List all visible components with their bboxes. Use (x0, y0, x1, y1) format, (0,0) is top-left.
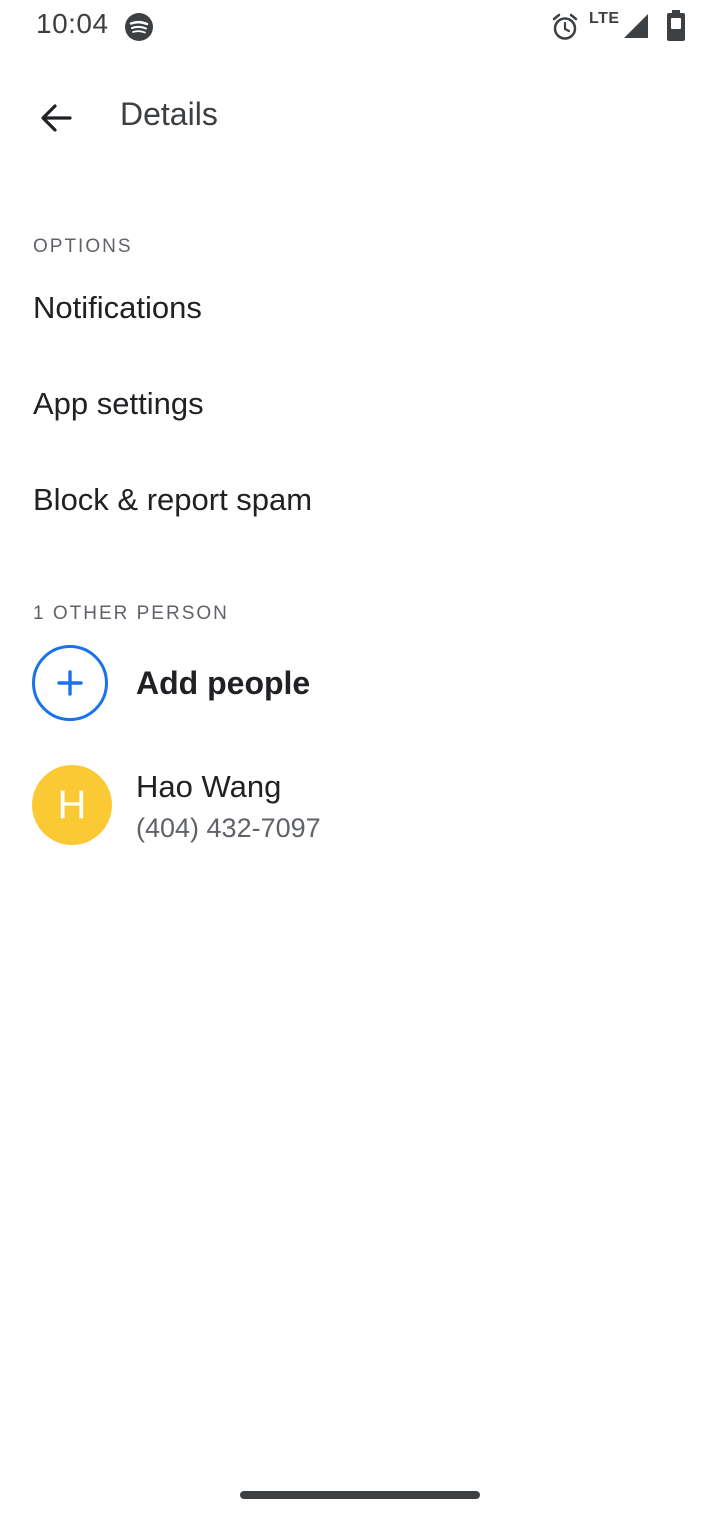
notifications-option[interactable]: Notifications (0, 262, 720, 358)
contact-row[interactable]: H Hao Wang (404) 432-7097 (0, 765, 720, 849)
add-people-label: Add people (136, 665, 311, 701)
app-settings-option[interactable]: App settings (0, 358, 720, 454)
avatar: H (32, 765, 112, 845)
option-label: Block & report spam (33, 482, 313, 517)
alarm-icon (550, 12, 580, 42)
contact-phone: (404) 432-7097 (136, 813, 321, 843)
add-people-button[interactable]: Add people (0, 645, 720, 725)
plus-icon (57, 670, 83, 696)
app-bar: Details (0, 70, 720, 166)
contact-name: Hao Wang (136, 769, 282, 804)
spotify-icon (124, 12, 154, 42)
battery-icon (666, 10, 686, 42)
option-label: Notifications (33, 290, 202, 325)
status-bar: 10:04 LTE (0, 0, 720, 54)
add-circle (32, 645, 108, 721)
home-indicator[interactable] (240, 1491, 480, 1499)
option-label: App settings (33, 386, 204, 421)
block-report-spam-option[interactable]: Block & report spam (0, 454, 720, 550)
signal-icon (622, 12, 650, 40)
network-type-label: LTE (589, 10, 620, 27)
options-section-header: OPTIONS (33, 236, 133, 257)
status-time: 10:04 (36, 8, 109, 39)
page-title: Details (120, 96, 218, 132)
back-button[interactable] (24, 86, 88, 150)
arrow-back-icon (41, 104, 72, 132)
people-section-header: 1 OTHER PERSON (33, 603, 229, 624)
